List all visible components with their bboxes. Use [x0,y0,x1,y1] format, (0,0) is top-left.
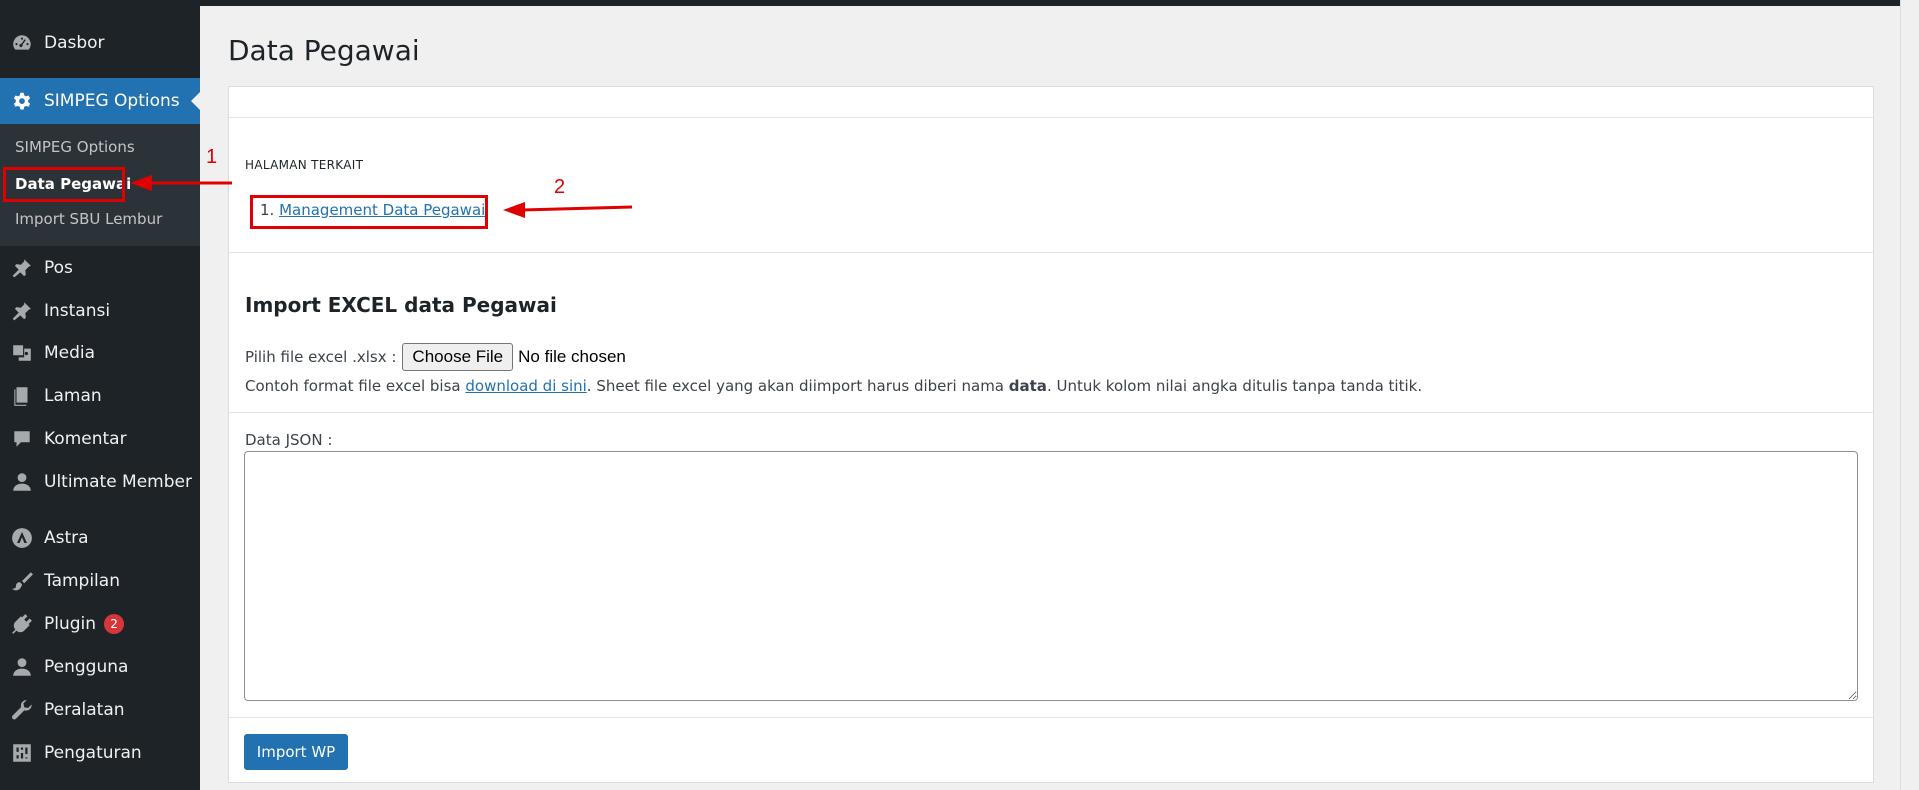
sidebar-item-label: Ultimate Member [44,472,192,492]
content-card: HALAMAN TERKAIT 1. Management Data Pegaw… [228,86,1874,783]
sidebar-item-dasbor[interactable]: Dasbor [0,22,200,64]
comment-icon [10,427,34,451]
pages-icon [10,384,34,408]
scrollbar[interactable] [1900,0,1919,790]
sidebar-item-label: Peralatan [44,700,125,720]
format-note: Contoh format file excel bisa download d… [245,377,1422,395]
annotation-box-data-pegawai [3,167,125,202]
sidebar-item-astra[interactable]: Astra [0,517,200,559]
plugin-icon [10,612,34,636]
brush-icon [10,569,34,593]
sidebar-item-label: Tampilan [44,571,120,591]
settings-icon [10,741,34,765]
sidebar-item-laman[interactable]: Laman [0,375,200,417]
sidebar-item-pengguna[interactable]: Pengguna [0,646,200,688]
active-menu-arrow [191,91,201,111]
divider [229,252,1873,253]
import-section-title: Import EXCEL data Pegawai [245,293,557,317]
sidebar-item-komentar[interactable]: Komentar [0,418,200,460]
admin-sidebar: Dasbor SIMPEG Options SIMPEG Options Dat… [0,0,201,790]
divider [229,412,1873,413]
wrench-icon [10,698,34,722]
json-data-textarea[interactable] [244,451,1858,701]
sidebar-item-instansi[interactable]: Instansi [0,290,200,332]
astra-icon [10,526,34,550]
submenu-item-import-sbu-lembur[interactable]: Import SBU Lembur [15,210,162,228]
annotation-number-2: 2 [554,176,566,198]
annotation-box-management-link [250,195,488,229]
media-icon [10,341,34,365]
note-text: Contoh format file excel bisa [245,377,466,395]
sidebar-item-media[interactable]: Media [0,332,200,374]
sidebar-item-peralatan[interactable]: Peralatan [0,689,200,731]
pin-icon [10,256,34,280]
dashboard-icon [10,31,34,55]
import-wp-button[interactable]: Import WP [244,734,348,770]
sidebar-item-plugin[interactable]: Plugin 2 [0,603,200,645]
sidebar-item-label: Laman [44,386,102,406]
json-data-label: Data JSON : [245,431,333,449]
note-bold-text: data [1008,377,1047,395]
sidebar-item-simpeg-options[interactable]: SIMPEG Options [0,78,201,124]
user-icon [10,470,34,494]
sidebar-item-label: SIMPEG Options [44,91,180,111]
page-title: Data Pegawai [228,34,420,67]
plugin-update-badge: 2 [104,614,125,634]
sidebar-item-label: Media [44,343,96,363]
file-input-label: Pilih file excel .xlsx : [245,348,397,366]
sidebar-item-pengaturan[interactable]: Pengaturan [0,732,200,774]
download-template-link[interactable]: download di sini [465,377,586,395]
related-pages-heading: HALAMAN TERKAIT [245,158,364,172]
user-icon [10,655,34,679]
sidebar-item-pos[interactable]: Pos [0,247,200,289]
sidebar-item-label: Instansi [44,301,111,321]
sidebar-item-label: Pos [44,258,73,278]
sidebar-item-label: Astra [44,528,89,548]
annotation-number-1: 1 [206,146,218,168]
sidebar-item-tampilan[interactable]: Tampilan [0,560,200,602]
sidebar-item-ultimate-member[interactable]: Ultimate Member [0,461,200,503]
pin-icon [10,299,34,323]
sidebar-item-label: Komentar [44,429,127,449]
note-text: . Untuk kolom nilai angka ditulis tanpa … [1046,377,1423,395]
sidebar-item-label: Pengguna [44,657,129,677]
sidebar-item-label: Dasbor [44,33,105,53]
sidebar-item-label: Plugin [44,614,97,634]
note-text: . Sheet file excel yang akan diimport ha… [586,377,1009,395]
sidebar-item-label: Pengaturan [44,743,142,763]
submenu-item-simpeg-options[interactable]: SIMPEG Options [15,138,135,156]
choose-file-button[interactable]: Choose File [402,343,514,371]
file-upload-row: Pilih file excel .xlsx : Choose File No … [245,343,626,371]
admin-top-bar [200,0,1919,6]
file-status-text: No file chosen [518,347,626,366]
divider [229,717,1873,718]
gear-icon [10,89,34,113]
divider [229,117,1873,118]
